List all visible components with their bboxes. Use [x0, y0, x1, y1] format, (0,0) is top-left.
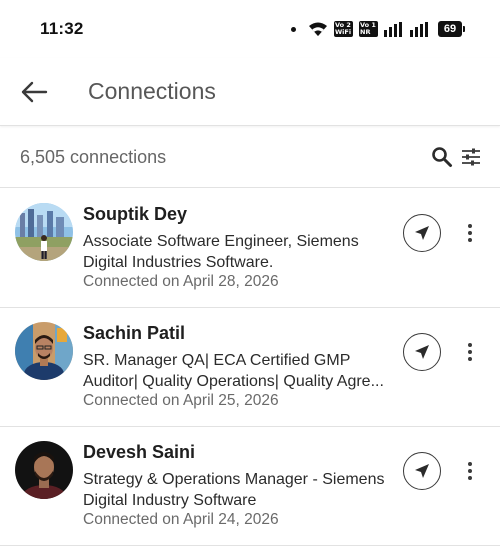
connection-name[interactable]: Sachin Patil — [83, 323, 185, 344]
search-icon[interactable] — [431, 146, 453, 168]
connections-count-row: 6,505 connections — [0, 127, 500, 188]
filter-sliders-icon[interactable] — [460, 146, 482, 168]
status-time: 11:32 — [40, 19, 84, 38]
arrow-left-icon[interactable] — [18, 76, 50, 108]
battery-level: 69 — [443, 23, 457, 35]
more-options-button[interactable] — [460, 458, 480, 484]
page-title: Connections — [88, 78, 216, 104]
notification-dot-icon — [291, 26, 296, 32]
send-message-button[interactable] — [403, 333, 441, 371]
connection-item[interactable]: Sachin Patil SR. Manager QA| ECA Certifi… — [0, 308, 500, 427]
more-options-button[interactable] — [460, 339, 480, 365]
wifi-icon — [309, 22, 327, 36]
connection-name[interactable]: Souptik Dey — [83, 204, 187, 225]
status-bar: 11:32 Vo 2 WiFi Vo 1 NR 69 — [0, 0, 500, 58]
avatar[interactable] — [15, 203, 73, 261]
send-icon — [415, 464, 429, 478]
connection-item[interactable]: Souptik Dey Associate Software Engineer,… — [0, 189, 500, 308]
avatar[interactable] — [15, 441, 73, 499]
connected-date: Connected on April 24, 2026 — [83, 511, 279, 528]
signal-strength-icon — [384, 21, 402, 37]
connection-headline: SR. Manager QA| ECA Certified GMP Audito… — [83, 352, 384, 390]
connection-headline: Associate Software Engineer, Siemens Dig… — [83, 233, 359, 271]
send-icon — [415, 226, 429, 240]
avatar[interactable] — [15, 322, 73, 380]
connection-name[interactable]: Devesh Saini — [83, 442, 195, 463]
status-icons: Vo 2 WiFi Vo 1 NR 69 — [291, 18, 465, 40]
battery-icon: 69 — [438, 21, 465, 37]
connections-count: 6,505 connections — [20, 147, 167, 167]
more-options-button[interactable] — [460, 220, 480, 246]
connected-date: Connected on April 25, 2026 — [83, 392, 279, 409]
vowifi-badge-icon: Vo 2 WiFi — [334, 20, 353, 37]
connection-item[interactable]: Devesh Saini Strategy & Operations Manag… — [0, 427, 500, 546]
app-bar: Connections — [0, 58, 500, 126]
send-icon — [415, 345, 429, 359]
connected-date: Connected on April 28, 2026 — [83, 273, 279, 290]
send-message-button[interactable] — [403, 214, 441, 252]
send-message-button[interactable] — [403, 452, 441, 490]
connection-headline: Strategy & Operations Manager - Siemens … — [83, 471, 385, 509]
volte-nr-badge-icon: Vo 1 NR — [359, 21, 378, 37]
signal-strength-icon — [410, 21, 428, 37]
connections-list: Souptik Dey Associate Software Engineer,… — [0, 189, 500, 546]
